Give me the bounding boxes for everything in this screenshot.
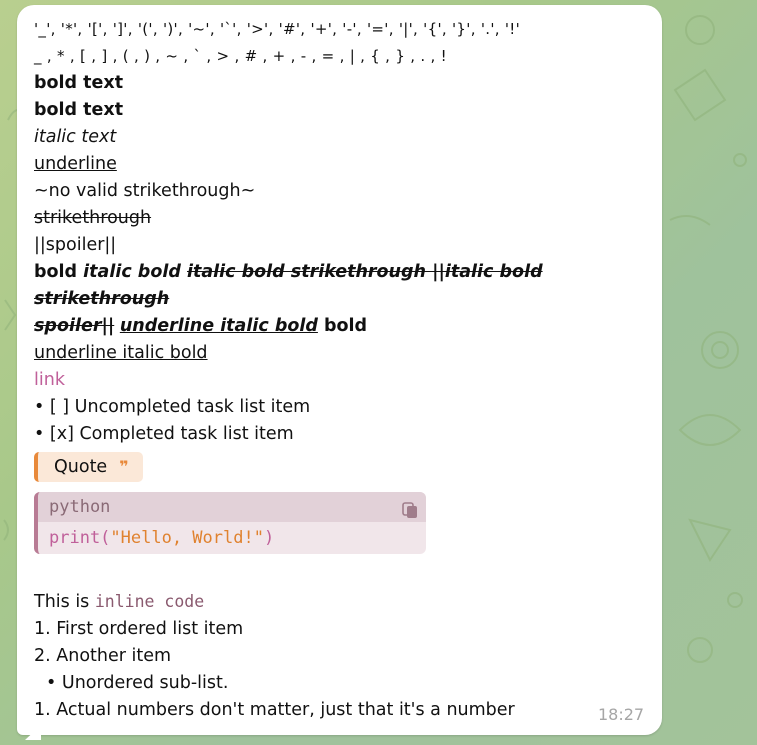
copy-icon[interactable] [402, 499, 418, 529]
underline-text: underline [34, 154, 117, 174]
task-list-item-completed: • [x] Completed task list item [34, 424, 294, 444]
blockquote: Quote ❞ [34, 452, 143, 482]
inline-code-prefix: This is [34, 592, 95, 612]
mixed-bold-end: bold [317, 316, 368, 336]
inline-code-line: This is inline code [34, 588, 654, 616]
strikethrough-line: strikethrough [34, 208, 152, 228]
escaped-symbols-line: '_', '*', '[', ']', '(', ')', '~', '`', … [34, 20, 521, 38]
italic-text-line: italic text [34, 127, 117, 147]
message-text: '_', '*', '[', ']', '(', ')', '~', '`', … [34, 16, 654, 724]
mixed-bold: bold [34, 262, 84, 282]
message-timestamp: 18:27 [598, 705, 645, 724]
spoiler-line: ||spoiler|| [34, 235, 117, 255]
link[interactable]: link [34, 367, 654, 394]
plain-symbols-line: _ , * , [ , ] , ( , ) , ~ , ` , > , # , … [34, 47, 447, 65]
inline-code[interactable]: inline code [95, 592, 204, 611]
code-content: print("Hello, World!") [38, 522, 426, 554]
code-language: python [49, 497, 111, 517]
code-string: "Hello, World!" [110, 528, 264, 548]
ordered-list-item-2: 2. Another item [34, 646, 172, 666]
mixed-underline-italic-bold: underline italic bold [119, 316, 318, 336]
code-function: print( [49, 528, 111, 548]
underline-italic-bold-line: underline italic bold [34, 343, 208, 363]
code-close-paren: ) [263, 528, 275, 548]
bold-text-line-2: bold text [34, 100, 124, 120]
quote-icon: ❞ [119, 457, 129, 476]
task-list-item-uncompleted: • [ ] Uncompleted task list item [34, 397, 311, 417]
code-language-header: python [38, 492, 426, 522]
mixed-spoiler-end: spoiler|| [34, 316, 115, 336]
mixed-italic-bold: italic bold [83, 262, 187, 282]
invalid-strikethrough-line: ~no valid strikethrough~ [34, 181, 256, 201]
bold-text-line: bold text [34, 73, 124, 93]
mixed-formatting-paragraph: bold italic bold italic bold strikethrou… [34, 259, 654, 340]
code-block: python print("Hello, World!") [34, 492, 426, 554]
ordered-list-item-3: 1. Actual numbers don't matter, just tha… [34, 700, 515, 720]
quote-text: Quote [54, 457, 108, 477]
ordered-list-item-1: 1. First ordered list item [34, 619, 244, 639]
unordered-sub-list-item: • Unordered sub-list. [46, 673, 229, 693]
